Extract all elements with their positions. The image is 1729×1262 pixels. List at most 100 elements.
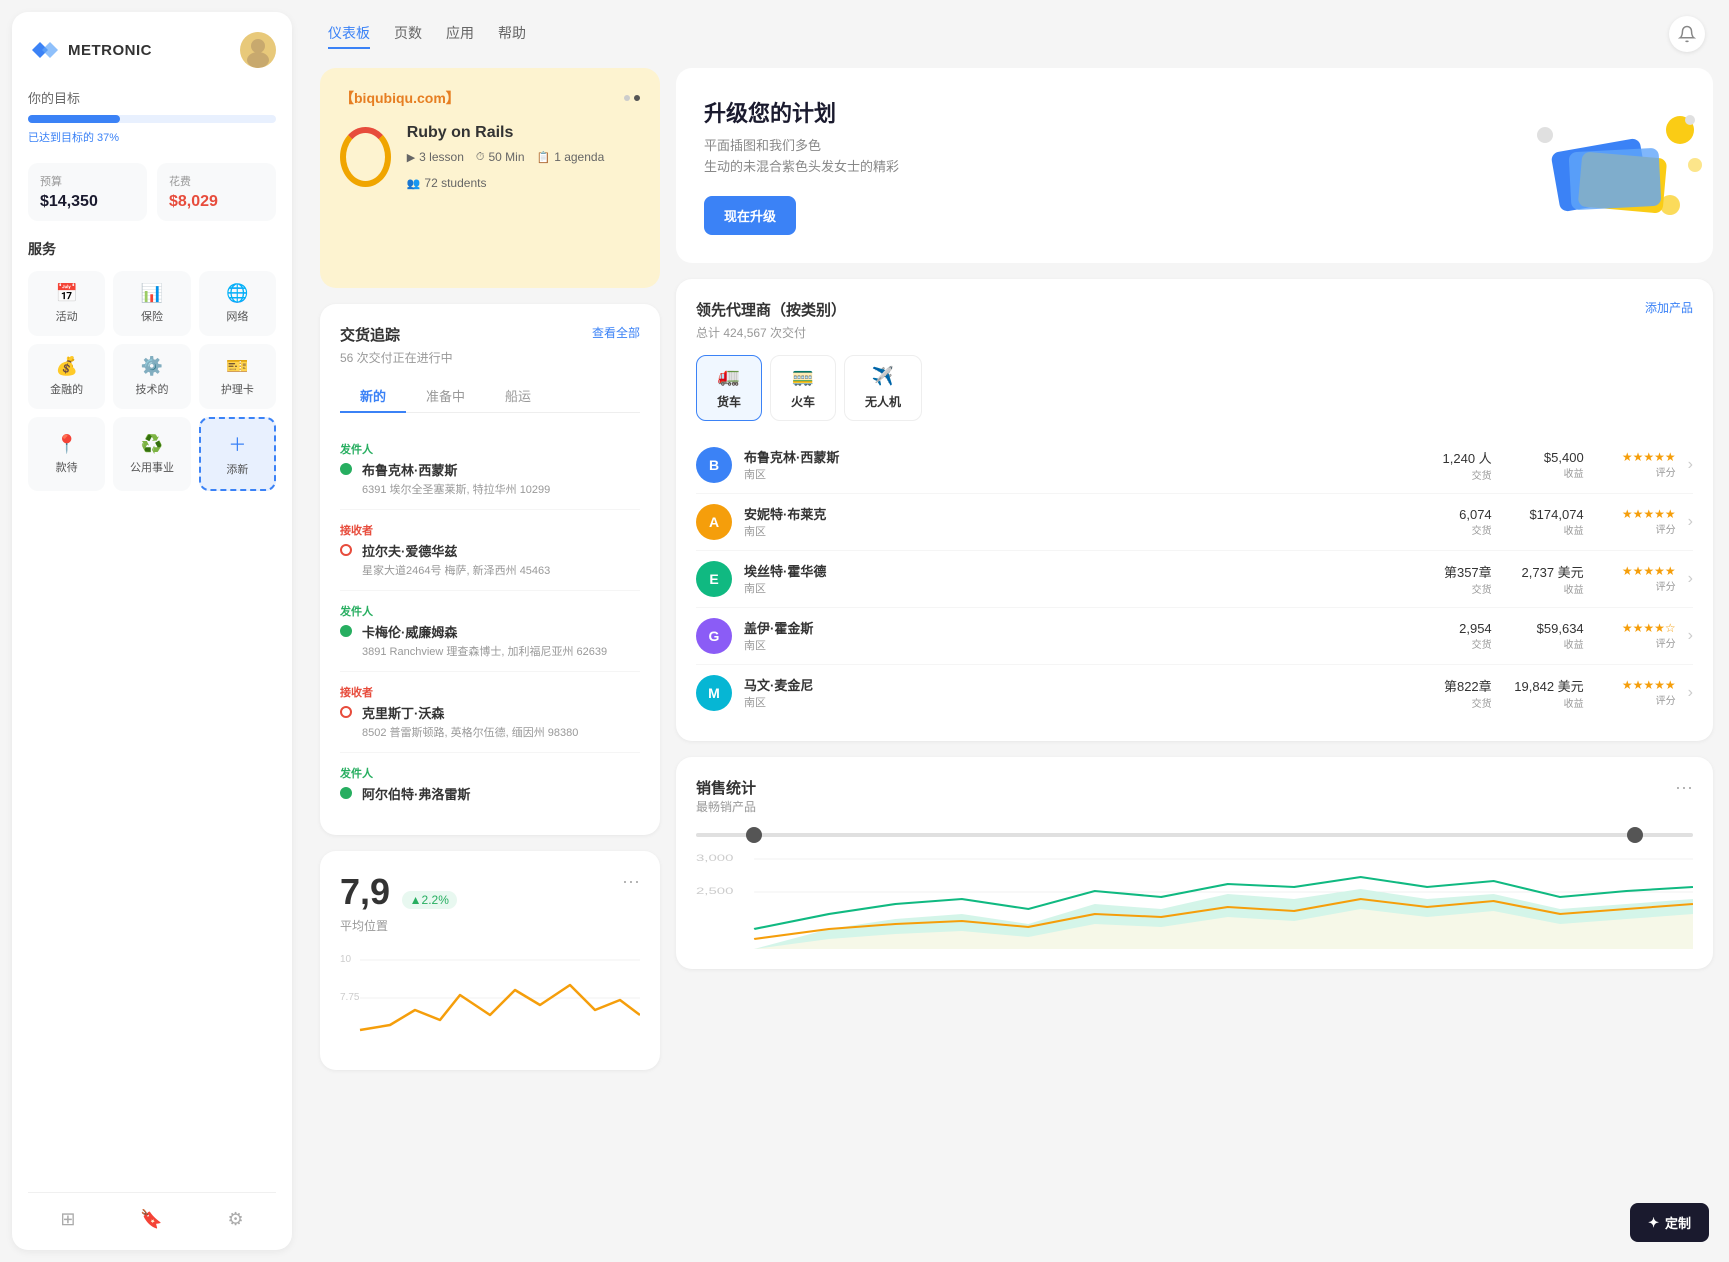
sales-title: 销售统计 bbox=[696, 777, 756, 798]
customize-button[interactable]: ✦ 定制 bbox=[1630, 1203, 1709, 1242]
layers-icon[interactable]: ⊞ bbox=[60, 1209, 75, 1230]
sidebar: METRONIC 你的目标 已达到目标的 37% 预算 $14,350 花费 $… bbox=[12, 12, 292, 1250]
featured-info: Ruby on Rails ▶ 3 lesson ⏱ 50 Min bbox=[407, 124, 640, 190]
agent-avatar-4: M bbox=[696, 675, 732, 711]
avg-more-btn[interactable]: ··· bbox=[622, 871, 640, 892]
add-service-icon: ＋ bbox=[228, 431, 246, 457]
tracking-row-4: 克里斯丁·沃森 8502 普雷斯顿路, 英格尔伍德, 缅因州 98380 bbox=[340, 703, 640, 740]
agent-row-0: B 布鲁克林·西蒙斯 南区 1,240 人 交货 $5,400 收益 bbox=[696, 437, 1693, 494]
view-all-link[interactable]: 查看全部 bbox=[592, 324, 640, 341]
agent-rating-1: ★★★★★ 评分 bbox=[1596, 507, 1676, 536]
tab-preparing[interactable]: 准备中 bbox=[406, 380, 485, 413]
agent-rev-value-4: 19,842 美元 bbox=[1514, 676, 1583, 695]
service-item-add[interactable]: ＋ 添新 bbox=[199, 417, 276, 491]
care-icon: 🎫 bbox=[226, 356, 248, 377]
tab-new[interactable]: 新的 bbox=[340, 380, 406, 413]
avg-badge: ▲2.2% bbox=[402, 891, 457, 909]
agent-name-2: 埃丝特·霍华德 bbox=[744, 561, 1420, 580]
top-nav: 仪表板 页数 应用 帮助 bbox=[304, 0, 1729, 68]
service-label-finance: 金融的 bbox=[50, 381, 83, 397]
agent-info-1: 安妮特·布莱克 南区 bbox=[744, 504, 1420, 539]
upgrade-text: 升级您的计划 平面插图和我们多色 生动的未混合紫色头发女士的精彩 现在升级 bbox=[704, 96, 899, 235]
agent-arrow-2[interactable]: › bbox=[1688, 570, 1693, 588]
tracking-item-4: 接收者 克里斯丁·沃森 8502 普雷斯顿路, 英格尔伍德, 缅因州 98380 bbox=[340, 672, 640, 753]
agenda-val: 1 agenda bbox=[554, 150, 604, 164]
agent-row-3: G 盖伊·霍金斯 南区 2,954 交货 $59,634 收益 bbox=[696, 608, 1693, 665]
track-info-5: 阿尔伯特·弗洛雷斯 bbox=[362, 784, 470, 803]
agent-tab-drone[interactable]: ✈️ 无人机 bbox=[844, 355, 922, 421]
service-label-hospitality: 款待 bbox=[56, 459, 78, 475]
upgrade-button[interactable]: 现在升级 bbox=[704, 196, 796, 235]
rating-label-4: 评分 bbox=[1656, 692, 1676, 707]
expense-value: $8,029 bbox=[169, 193, 264, 211]
sales-more-btn[interactable]: ··· bbox=[1675, 777, 1693, 798]
dot-wrap-1 bbox=[340, 460, 352, 475]
agent-tab-train[interactable]: 🚃 火车 bbox=[770, 355, 836, 421]
slider-thumb-right[interactable] bbox=[1627, 827, 1643, 843]
track-info-4: 克里斯丁·沃森 8502 普雷斯顿路, 英格尔伍德, 缅因州 98380 bbox=[362, 703, 578, 740]
dot-1 bbox=[624, 95, 630, 101]
dot-wrap-2 bbox=[340, 541, 352, 556]
service-item-utility[interactable]: ♻️ 公用事业 bbox=[113, 417, 190, 491]
agent-arrow-3[interactable]: › bbox=[1688, 627, 1693, 645]
range-slider[interactable] bbox=[696, 833, 1693, 837]
agent-rating-4: ★★★★★ 评分 bbox=[1596, 678, 1676, 707]
agent-revenue-2: 2,737 美元 收益 bbox=[1504, 562, 1584, 596]
nav-pages[interactable]: 页数 bbox=[394, 19, 422, 49]
agent-stats-2: 第357章 交货 bbox=[1432, 562, 1492, 596]
avg-value: 7,9 bbox=[340, 871, 390, 912]
agent-avatar-2: E bbox=[696, 561, 732, 597]
nav-dashboard[interactable]: 仪表板 bbox=[328, 19, 370, 49]
utility-icon: ♻️ bbox=[141, 434, 163, 455]
tracking-item-2: 接收者 拉尔夫·爱德华兹 星家大道2464号 梅萨, 新泽西州 45463 bbox=[340, 510, 640, 591]
service-item-hospitality[interactable]: 📍 款待 bbox=[28, 417, 105, 491]
agent-arrow-0[interactable]: › bbox=[1688, 456, 1693, 474]
stars-0: ★★★★★ bbox=[1622, 450, 1676, 464]
main-content: 仪表板 页数 应用 帮助 【biqubiqu.com】 bbox=[304, 0, 1729, 1262]
services-title: 服务 bbox=[28, 239, 276, 259]
role-label-4: 接收者 bbox=[340, 684, 640, 700]
service-item-tech[interactable]: ⚙️ 技术的 bbox=[113, 344, 190, 409]
agents-add-btn[interactable]: 添加产品 bbox=[1645, 299, 1693, 316]
slider-track bbox=[696, 833, 1693, 837]
tab-shipping[interactable]: 船运 bbox=[485, 380, 551, 413]
agent-count-3: 2,954 bbox=[1459, 621, 1492, 636]
service-label-insurance: 保险 bbox=[141, 308, 163, 324]
notification-button[interactable] bbox=[1669, 16, 1705, 52]
sales-title-wrap: 销售统计 最畅销产品 bbox=[696, 777, 756, 829]
dot-2 bbox=[634, 95, 640, 101]
service-item-network[interactable]: 🌐 网络 bbox=[199, 271, 276, 336]
service-label-add: 添新 bbox=[226, 461, 248, 477]
drone-label: 无人机 bbox=[865, 393, 901, 410]
agent-region-3: 南区 bbox=[744, 637, 1420, 653]
stars-4: ★★★★★ bbox=[1622, 678, 1676, 692]
agent-tab-truck[interactable]: 🚛 货车 bbox=[696, 355, 762, 421]
track-info-1: 布鲁克林·西蒙斯 6391 埃尔全圣塞莱斯, 特拉华州 10299 bbox=[362, 460, 550, 497]
bookmark-icon[interactable]: 🔖 bbox=[140, 1209, 162, 1230]
dot-wrap-5 bbox=[340, 784, 352, 799]
left-column: 【biqubiqu.com】 Ruby on Rails ▶ 3 lesson bbox=[320, 68, 660, 1246]
agent-region-2: 南区 bbox=[744, 580, 1420, 596]
hospitality-icon: 📍 bbox=[55, 434, 77, 455]
nav-apps[interactable]: 应用 bbox=[446, 19, 474, 49]
slider-thumb-left[interactable] bbox=[746, 827, 762, 843]
service-item-care[interactable]: 🎫 护理卡 bbox=[199, 344, 276, 409]
service-item-activity[interactable]: 📅 活动 bbox=[28, 271, 105, 336]
service-label-network: 网络 bbox=[226, 308, 248, 324]
rating-label-2: 评分 bbox=[1656, 578, 1676, 593]
service-item-finance[interactable]: 💰 金融的 bbox=[28, 344, 105, 409]
upgrade-title: 升级您的计划 bbox=[704, 96, 899, 128]
featured-meta: ▶ 3 lesson ⏱ 50 Min 📋 1 agenda bbox=[407, 150, 640, 190]
nav-help[interactable]: 帮助 bbox=[498, 19, 526, 49]
agent-arrow-1[interactable]: › bbox=[1688, 513, 1693, 531]
track-addr-1: 6391 埃尔全圣塞莱斯, 特拉华州 10299 bbox=[362, 481, 550, 497]
user-avatar[interactable] bbox=[240, 32, 276, 68]
tracking-item-3: 发件人 卡梅伦·威廉姆森 3891 Ranchview 理查森博士, 加利福尼亚… bbox=[340, 591, 640, 672]
service-item-insurance[interactable]: 📊 保险 bbox=[113, 271, 190, 336]
settings-icon[interactable]: ⚙ bbox=[227, 1209, 243, 1230]
agent-arrow-4[interactable]: › bbox=[1688, 684, 1693, 702]
upgrade-svg bbox=[1525, 105, 1705, 235]
track-dot-1 bbox=[340, 463, 352, 475]
drone-icon: ✈️ bbox=[872, 366, 894, 387]
role-label-5: 发件人 bbox=[340, 765, 640, 781]
